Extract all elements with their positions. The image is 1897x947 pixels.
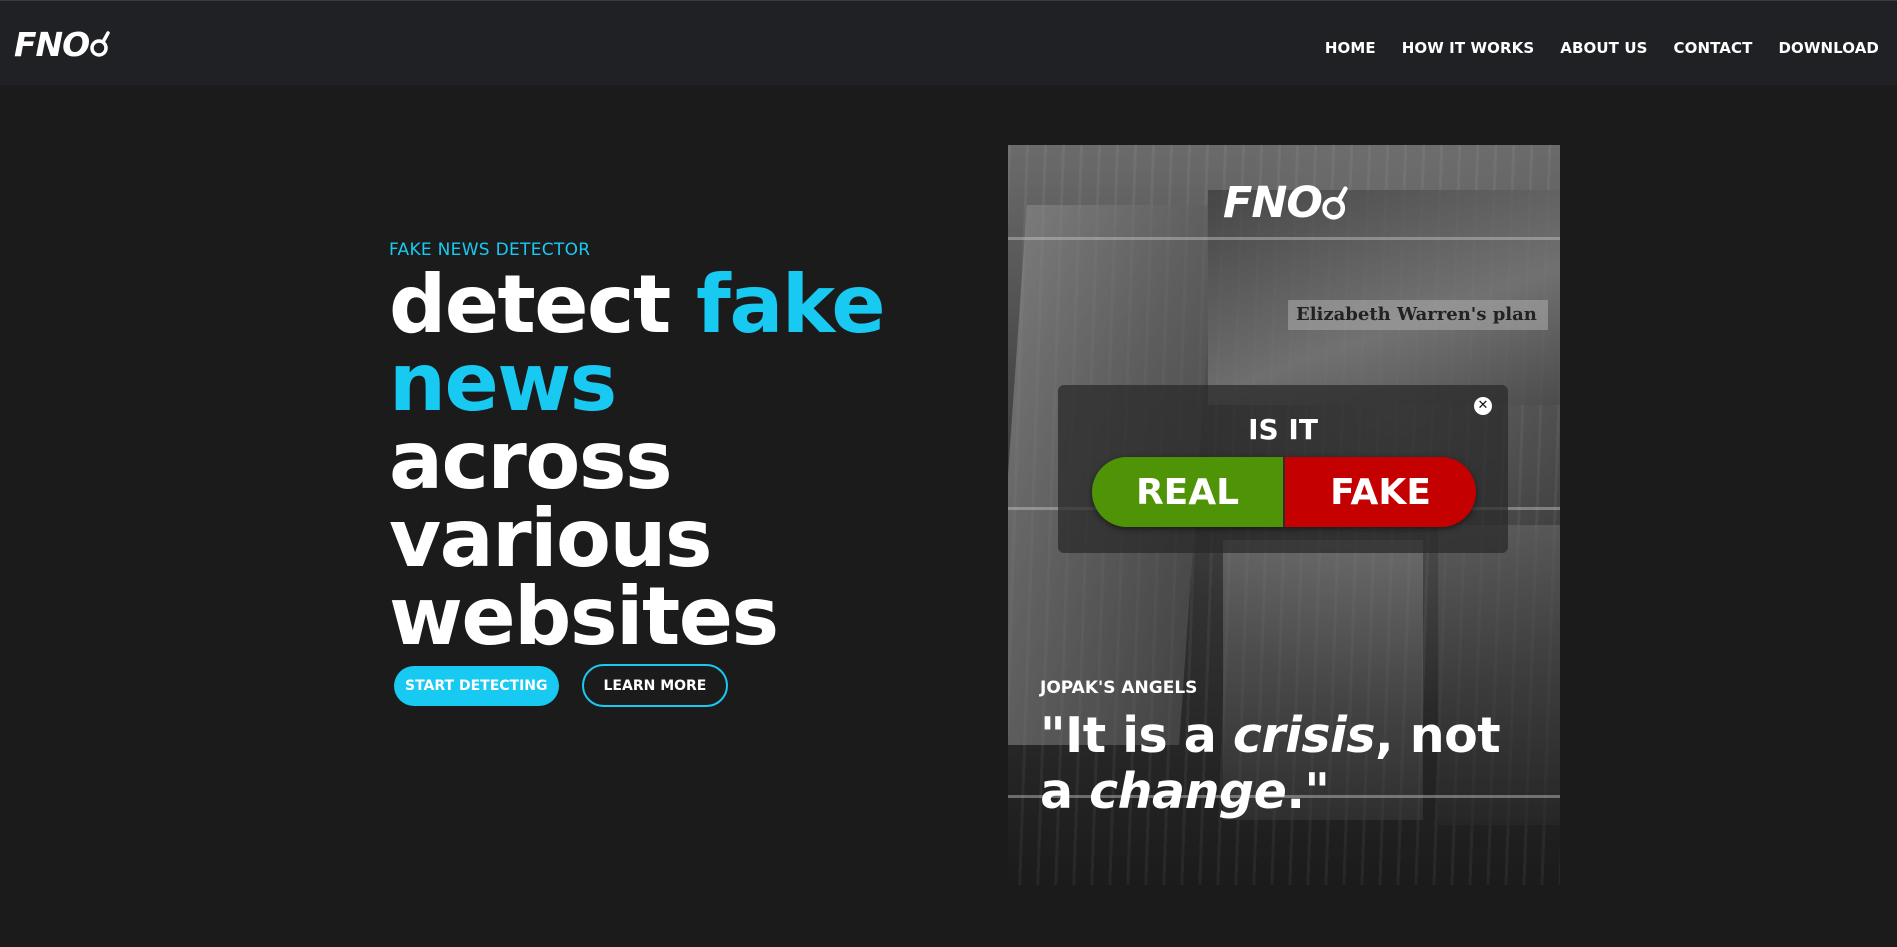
nav-item-contact[interactable]: CONTACT <box>1674 39 1753 57</box>
quote-author: JOPAK'S ANGELS <box>1040 678 1198 698</box>
nav-item-download[interactable]: DOWNLOAD <box>1778 39 1879 57</box>
magnifier-logo-icon <box>90 31 110 57</box>
quote-emphasis-change: change <box>1089 763 1287 820</box>
main-nav: HOME HOW IT WORKS ABOUT US CONTACT DOWNL… <box>1325 39 1879 57</box>
quote-close: ." <box>1286 763 1330 820</box>
card-magnifier-icon <box>1322 186 1348 220</box>
top-navigation-bar: FNO HOME HOW IT WORKS ABOUT US CONTACT D… <box>0 0 1897 85</box>
popup-title: IS IT <box>1248 413 1318 446</box>
logo-text: FNO <box>14 24 90 64</box>
fake-button[interactable]: FAKE <box>1285 457 1476 527</box>
brand-logo[interactable]: FNO <box>14 24 110 64</box>
real-or-fake-popup: ✕ IS IT REAL FAKE <box>1058 385 1508 553</box>
quote-emphasis-crisis: crisis <box>1232 707 1376 764</box>
card-logo: FNO <box>1223 178 1348 228</box>
quote-text: "It is a crisis, not a change." <box>1040 708 1510 820</box>
newspaper-headline: Elizabeth Warren's plan <box>1288 300 1548 330</box>
headline-word-websites: websites <box>389 570 779 663</box>
start-detecting-button[interactable]: START DETECTING <box>394 666 559 706</box>
real-fake-toggle: REAL FAKE <box>1092 457 1476 527</box>
hero-headline: detect fake news across various websites <box>389 265 949 657</box>
hero-image-card: Elizabeth Warren's plan FNO ✕ IS IT REAL… <box>1008 145 1560 885</box>
quote-open: "It is a <box>1040 707 1233 764</box>
card-logo-text: FNO <box>1223 178 1323 228</box>
nav-item-home[interactable]: HOME <box>1325 39 1376 57</box>
learn-more-button[interactable]: LEARN MORE <box>581 664 729 707</box>
nav-item-about-us[interactable]: ABOUT US <box>1560 39 1647 57</box>
nav-item-how-it-works[interactable]: HOW IT WORKS <box>1402 39 1535 57</box>
hero-cta-row: START DETECTING LEARN MORE <box>394 664 729 707</box>
rack-bar <box>1008 237 1560 240</box>
real-button[interactable]: REAL <box>1092 457 1285 527</box>
hero-eyebrow: FAKE NEWS DETECTOR <box>389 240 591 260</box>
hero-section: FAKE NEWS DETECTOR detect fake news acro… <box>389 240 949 657</box>
headline-word-fake: fake <box>696 258 886 351</box>
